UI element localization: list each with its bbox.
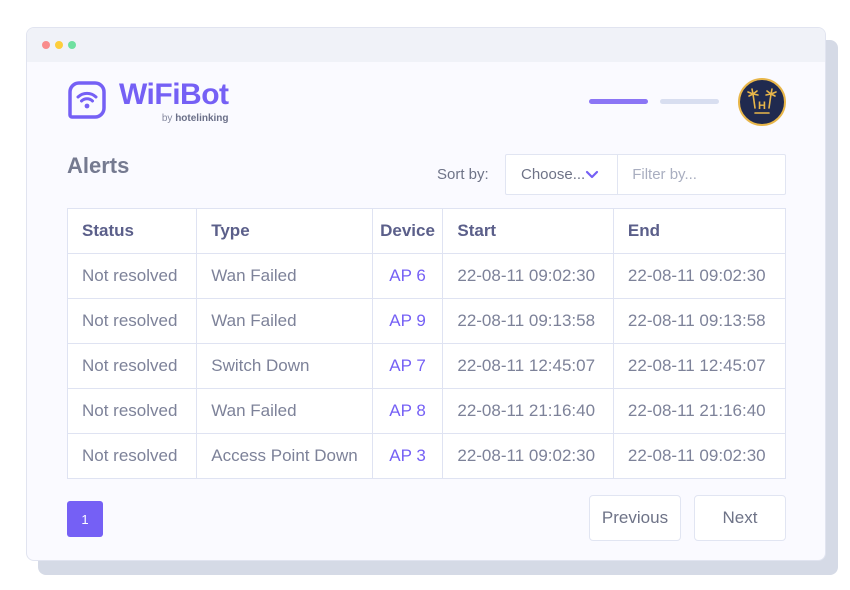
cell-end: 22-08-11 09:13:58 <box>612 298 787 344</box>
table-row: Not resolved Wan Failed AP 9 22-08-11 09… <box>66 298 787 344</box>
table-header-row: Status Type Device Start End <box>66 208 787 254</box>
cell-start: 22-08-11 09:02:30 <box>442 253 614 299</box>
column-header-device[interactable]: Device <box>371 208 444 254</box>
table-row: Not resolved Access Point Down AP 3 22-0… <box>66 433 787 479</box>
column-header-start[interactable]: Start <box>442 208 614 254</box>
app-window: WiFiBot by hotelinking H Alerts Sort by:… <box>26 27 826 561</box>
cell-end: 22-08-11 12:45:07 <box>612 343 787 389</box>
palm-trees-hotel-logo-icon: H <box>747 88 777 114</box>
avatar[interactable]: H <box>738 78 786 126</box>
svg-text:H: H <box>758 100 766 112</box>
brand-by-prefix: by <box>161 113 173 124</box>
table-row: Not resolved Wan Failed AP 6 22-08-11 09… <box>66 253 787 299</box>
cell-device-link[interactable]: AP 9 <box>371 298 444 344</box>
page-title: Alerts <box>67 153 130 178</box>
cell-start: 22-08-11 09:02:30 <box>442 433 614 479</box>
filter-input[interactable] <box>618 155 825 194</box>
cell-type: Wan Failed <box>196 253 373 299</box>
sort-label: Sort by: <box>437 166 489 183</box>
page-number-button[interactable]: 1 <box>67 501 103 537</box>
brand-byline: by hotelinking <box>162 113 229 125</box>
cell-start: 22-08-11 21:16:40 <box>442 388 614 434</box>
sort-select[interactable]: Choose... <box>506 155 619 194</box>
cell-status: Not resolved <box>66 433 198 479</box>
cell-type: Wan Failed <box>196 298 373 344</box>
maximize-window-button[interactable] <box>68 41 76 49</box>
title-bar <box>27 28 825 62</box>
next-page-button[interactable]: Next <box>694 495 786 541</box>
column-header-status[interactable]: Status <box>66 208 198 254</box>
chevron-down-icon <box>586 170 599 179</box>
cell-status: Not resolved <box>66 388 198 434</box>
cell-device-link[interactable]: AP 6 <box>371 253 444 299</box>
stage: WiFiBot by hotelinking H Alerts Sort by:… <box>0 0 850 590</box>
cell-end: 22-08-11 21:16:40 <box>612 388 787 434</box>
brand-name: WiFiBot <box>119 78 229 111</box>
table-row: Not resolved Wan Failed AP 8 22-08-11 21… <box>66 388 787 434</box>
cell-device-link[interactable]: AP 3 <box>371 433 444 479</box>
step-progress <box>589 99 719 104</box>
alerts-table: Status Type Device Start End Not resolve… <box>66 208 787 479</box>
cell-device-link[interactable]: AP 7 <box>371 343 444 389</box>
cell-status: Not resolved <box>66 343 198 389</box>
cell-start: 22-08-11 12:45:07 <box>442 343 614 389</box>
brand-logo: WiFiBot by hotelinking <box>67 80 229 125</box>
cell-type: Access Point Down <box>196 433 373 479</box>
minimize-window-button[interactable] <box>55 41 63 49</box>
cell-type: Wan Failed <box>196 388 373 434</box>
progress-step-active <box>589 99 648 104</box>
sort-select-value: Choose... <box>521 166 586 183</box>
progress-step <box>660 99 719 104</box>
cell-status: Not resolved <box>66 298 198 344</box>
table-row: Not resolved Switch Down AP 7 22-08-11 1… <box>66 343 787 389</box>
cell-type: Switch Down <box>196 343 373 389</box>
cell-device-link[interactable]: AP 8 <box>371 388 444 434</box>
cell-start: 22-08-11 09:13:58 <box>442 298 614 344</box>
sort-filter-controls: Choose... <box>505 154 825 195</box>
cell-end: 22-08-11 09:02:30 <box>612 433 787 479</box>
column-header-end[interactable]: End <box>612 208 787 254</box>
cell-end: 22-08-11 09:02:30 <box>612 253 787 299</box>
previous-page-button[interactable]: Previous <box>589 495 681 541</box>
brand-by-name: hotelinking <box>175 113 229 124</box>
cell-status: Not resolved <box>66 253 198 299</box>
close-window-button[interactable] <box>42 41 50 49</box>
wifi-icon <box>68 81 106 119</box>
column-header-type[interactable]: Type <box>196 208 373 254</box>
